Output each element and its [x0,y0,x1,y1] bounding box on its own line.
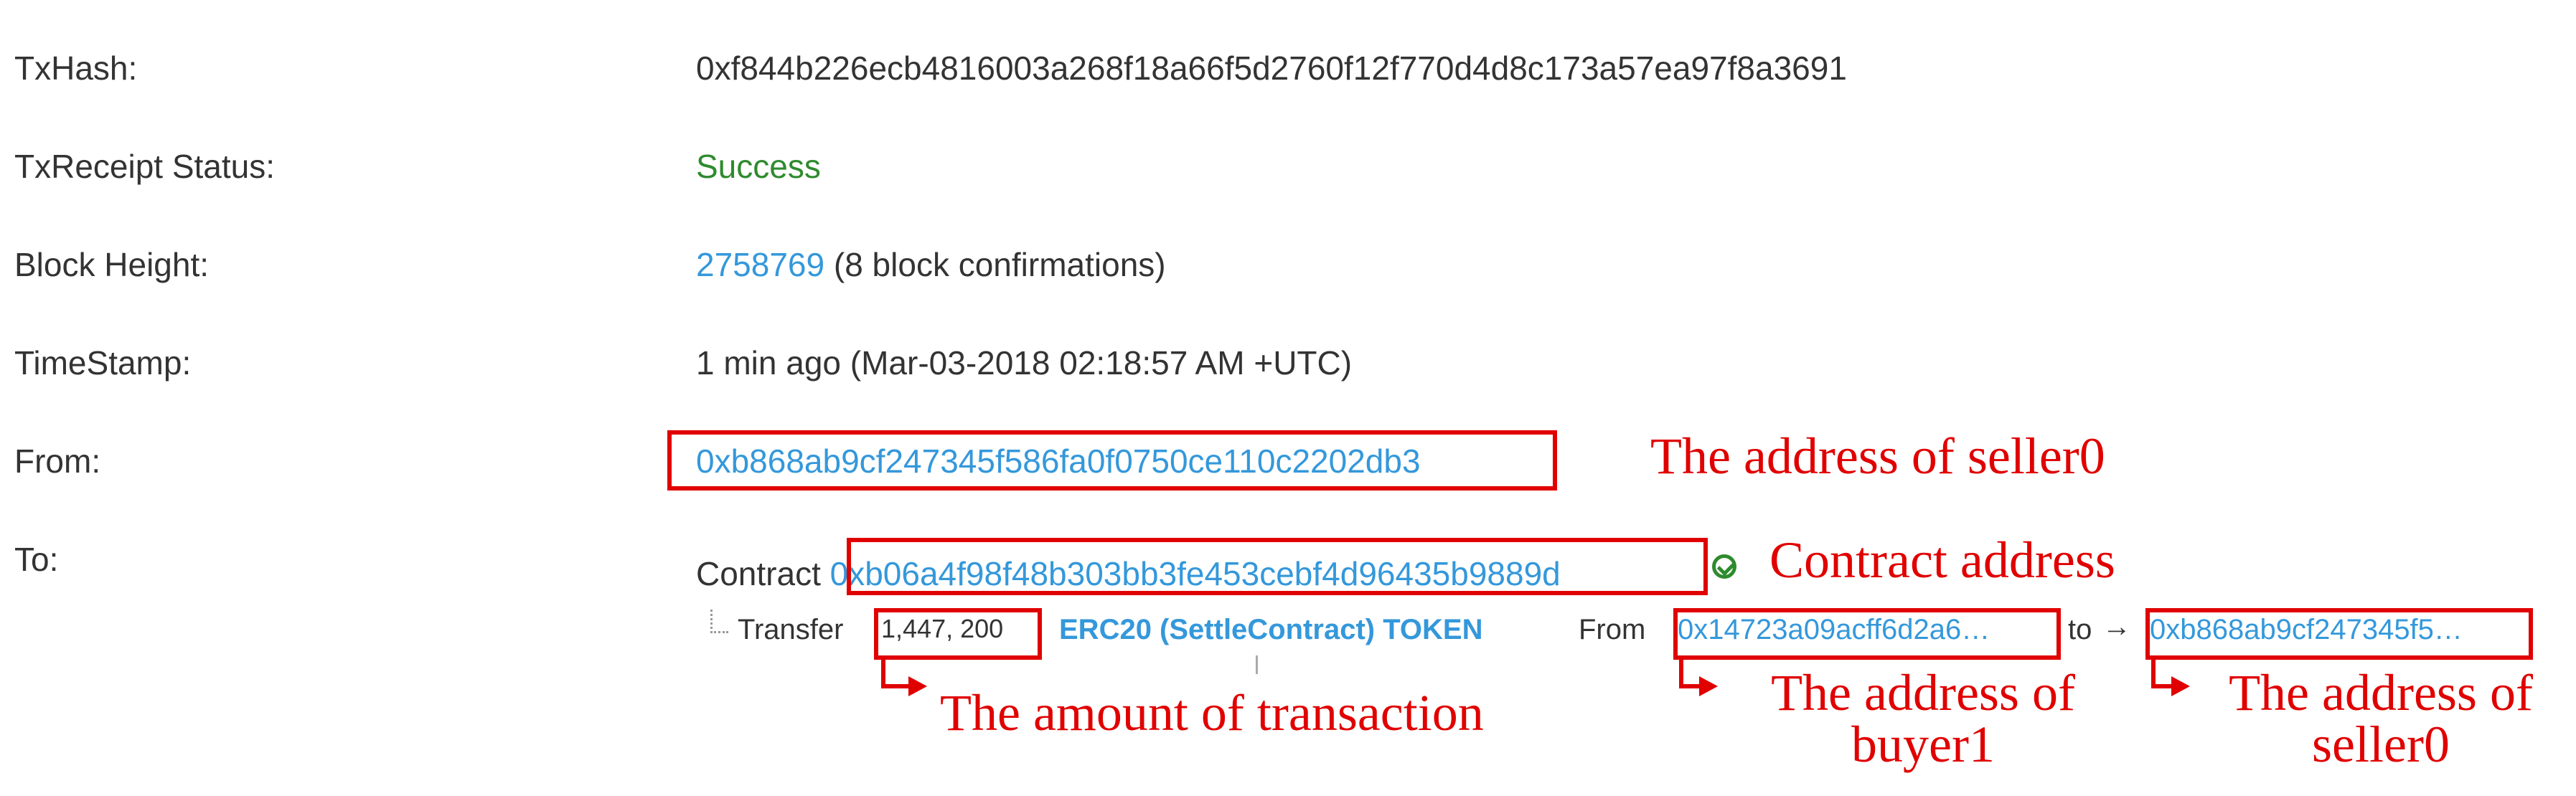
amount-arrow [881,660,910,688]
timestamp-value: 1 min ago (Mar-03-2018 02:18:57 AM +UTC) [696,344,1353,382]
seller0-arrowhead [2171,676,2190,696]
check-circle-icon [1712,554,1736,579]
txhash-value: 0xf844b226ecb4816003a268f18a66f5d2760f12… [696,49,1847,87]
seller0-annotation-line1: The address of [2229,664,2533,721]
token-link[interactable]: ERC20 (SettleContract) TOKEN [1059,614,1482,646]
buyer1-arrowhead [1699,676,1718,696]
block-confirmations: (8 block confirmations) [824,246,1166,283]
amount-highlight [874,608,1042,660]
buyer1-arrow [1679,660,1701,688]
transfer-arrow-icon: → [2102,611,2131,643]
amount-annotation: The amount of transaction [940,684,1484,741]
tree-connector [710,610,728,633]
block-height-label: Block Height: [14,246,210,283]
block-height-link[interactable]: 2758769 [696,246,824,283]
from-label: From: [14,442,101,480]
status-value: Success [696,148,821,185]
cursor-tick [1256,655,1258,674]
transfer-from-label: From [1579,614,1646,645]
buyer1-annotation-line2: buyer1 [1851,716,1995,773]
buyer1-annotation: The address of buyer1 [1722,667,2124,770]
status-label: TxReceipt Status: [14,148,276,185]
seller0-annotation: The address of seller0 [1650,427,2105,485]
contract-address-highlight [847,538,1708,595]
transfer-to-label: to [2068,614,2092,645]
from-address-highlight [667,430,1557,491]
timestamp-label: TimeStamp: [14,344,192,382]
amount-arrowhead [908,676,927,696]
seller0-address-annotation: The address of seller0 [2194,667,2567,770]
buyer1-address-highlight [1673,608,2061,660]
buyer1-annotation-line1: The address of [1771,664,2075,721]
contract-annotation: Contract address [1769,531,2115,589]
seller0-address-highlight [2145,608,2533,660]
transfer-row: Transfer [738,614,843,646]
to-label: To: [14,541,59,578]
txhash-label: TxHash: [14,49,138,87]
block-height-row: 2758769 (8 block confirmations) [696,245,1166,284]
seller0-annotation-line2: seller0 [2312,716,2450,773]
contract-prefix: Contract [696,555,830,592]
transfer-prefix: Transfer [738,614,844,645]
seller0-arrow [2151,660,2173,688]
